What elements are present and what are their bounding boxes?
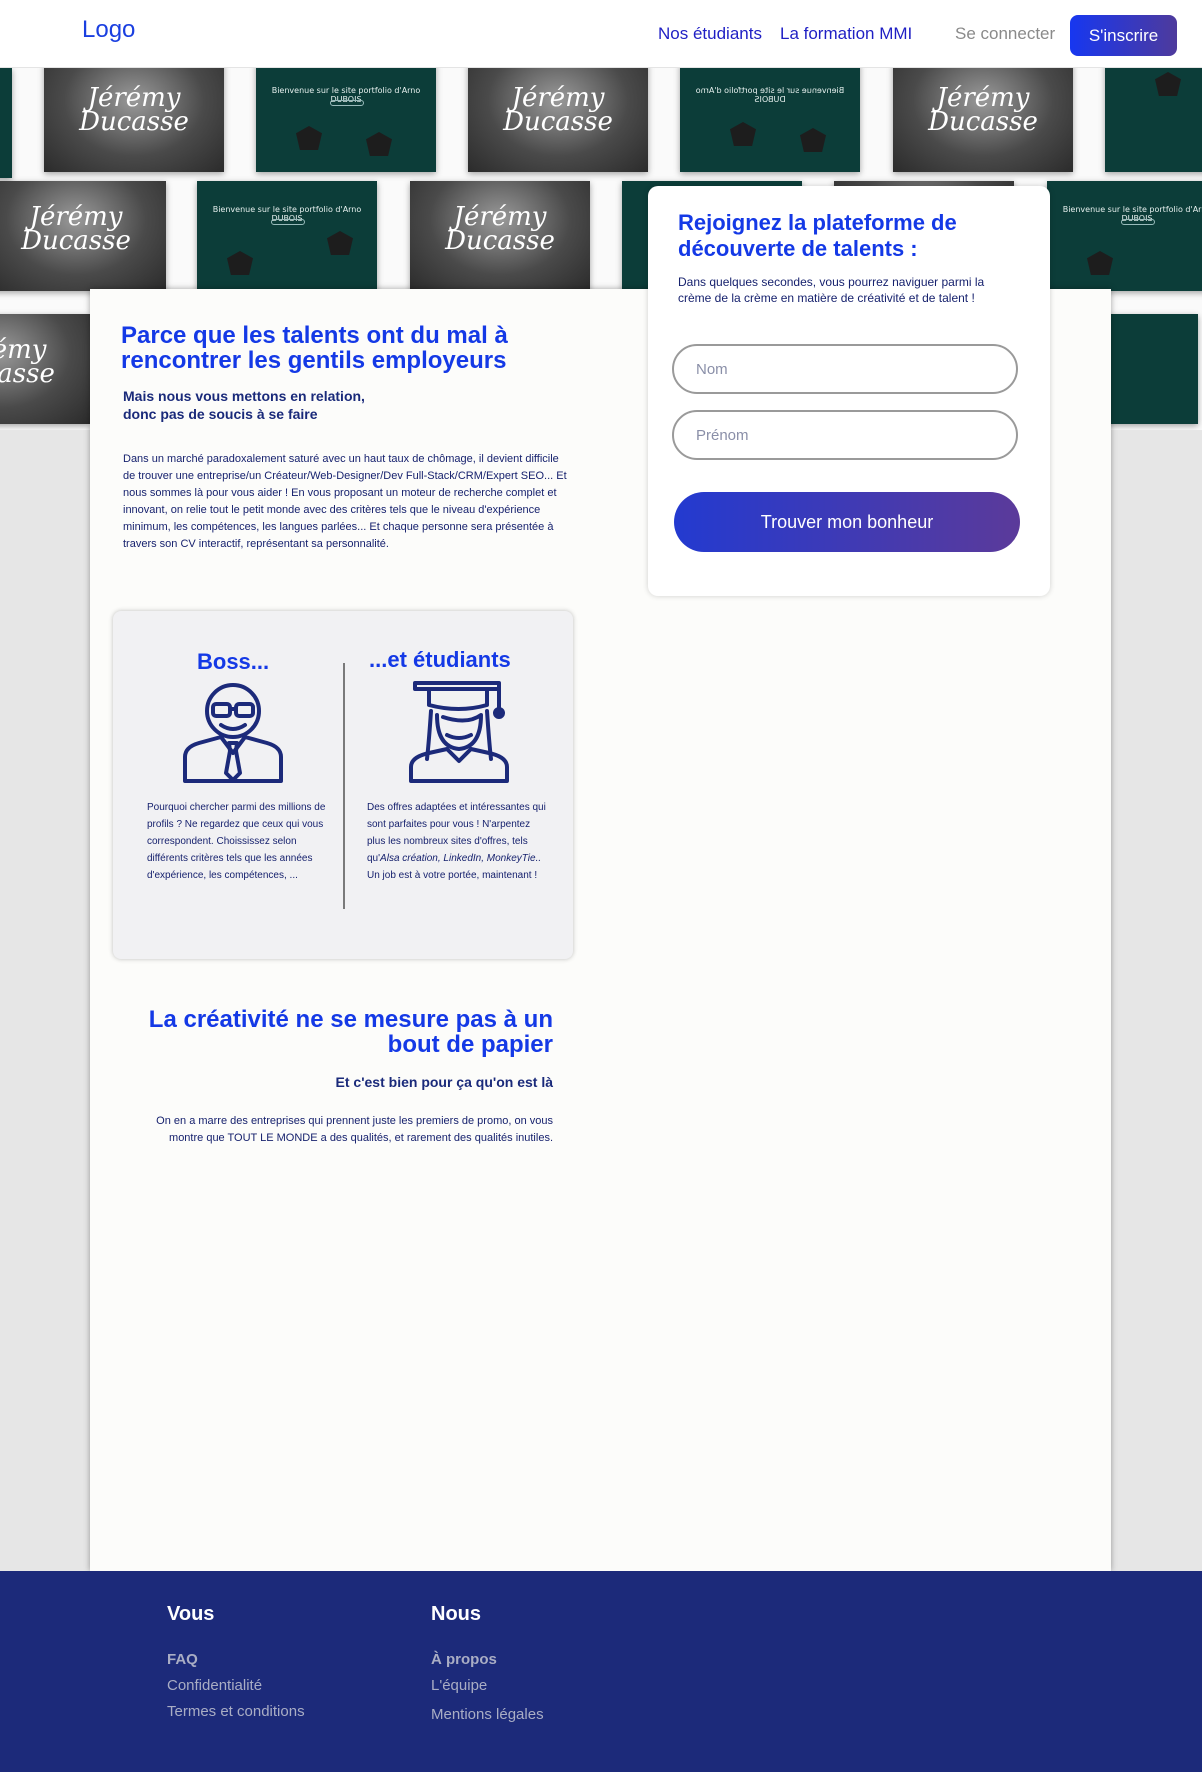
- creativity-paragraph: On en a marre des entreprises qui prenne…: [156, 1115, 553, 1144]
- column-divider: [343, 663, 345, 909]
- intro-heading: Parce que les talents ont du mal à renco…: [121, 322, 508, 374]
- intro-subheading: Mais nous vous mettons en relation, donc…: [123, 388, 365, 422]
- businessman-icon: [183, 683, 283, 783]
- portrait-thumbnail: Jérémy Ducasse: [0, 181, 166, 291]
- footer: Vous FAQ Confidentialité Termes et condi…: [0, 1571, 1202, 1772]
- signature-text: Jérémy Ducasse: [79, 83, 189, 137]
- portfolio-thumbnail: Bienvenue sur le site portfolio d'Arno D…: [256, 68, 436, 172]
- portrait-thumbnail: Jérémy Ducasse: [893, 68, 1073, 172]
- portfolio-thumbnail: [1105, 68, 1202, 172]
- graduate-student-icon: [409, 681, 509, 783]
- portrait-thumbnail: Jérémy Ducasse: [468, 68, 648, 172]
- footer-link-faq[interactable]: FAQ: [167, 1651, 198, 1668]
- portfolio-thumbnail: Bienvenue sur le site portfolio d'Arno D…: [1047, 181, 1202, 291]
- footer-heading-us: Nous: [431, 1603, 481, 1625]
- nav-link-mmi-training[interactable]: La formation MMI: [780, 24, 912, 44]
- creativity-subheading: Et c'est bien pour ça qu'on est là: [335, 1074, 553, 1090]
- footer-link-about[interactable]: À propos: [431, 1651, 497, 1668]
- students-heading: ...et étudiants: [369, 647, 511, 672]
- signup-heading: Rejoignez la plateforme de découverte de…: [678, 210, 957, 261]
- first-name-input[interactable]: [672, 410, 1018, 460]
- footer-heading-you: Vous: [167, 1603, 215, 1625]
- intro-paragraph: Dans un marché paradoxalement saturé ave…: [123, 453, 567, 550]
- portfolio-thumbnail: Bienvenue sur le site portfolio d'Arno D…: [680, 68, 860, 172]
- signature-text: Jérémy Ducasse: [21, 202, 131, 256]
- signature-text: Jérémy Ducasse: [0, 335, 55, 389]
- portrait-thumbnail: Jérémy Ducasse: [44, 68, 224, 172]
- portfolio-thumbnail: Bienvenue sur le site portfolio d'Arno D…: [197, 181, 377, 291]
- boss-heading: Boss...: [197, 649, 270, 674]
- footer-link-legal[interactable]: Mentions légales: [431, 1706, 544, 1723]
- last-name-input[interactable]: [672, 344, 1018, 394]
- signup-description: Dans quelques secondes, vous pourrez nav…: [678, 275, 985, 305]
- login-link[interactable]: Se connecter: [955, 24, 1055, 44]
- top-navbar: Logo Nos étudiants La formation MMI Se c…: [0, 0, 1202, 68]
- logo[interactable]: Logo: [82, 16, 135, 44]
- footer-link-privacy[interactable]: Confidentialité: [167, 1677, 262, 1694]
- portfolio-title-text: Bienvenue sur le site portfolio d'Arno D…: [695, 86, 845, 104]
- portrait-thumbnail: Jérémy Ducasse: [0, 314, 90, 424]
- signature-text: Jérémy Ducasse: [503, 83, 613, 137]
- nav-link-students[interactable]: Nos étudiants: [658, 24, 762, 44]
- signature-text: Jérémy Ducasse: [445, 202, 555, 256]
- creativity-heading: La créativité ne se mesure pas à un bout…: [148, 1006, 553, 1058]
- students-text: Des offres adaptées et intéressantes qui…: [367, 802, 546, 881]
- boss-students-panel: Boss... Pourquoi chercher parmi des mill…: [113, 611, 573, 959]
- boss-text: Pourquoi chercher parmi des millions de …: [147, 802, 326, 881]
- portfolio-thumbnail: [0, 68, 12, 178]
- portrait-thumbnail: Jérémy Ducasse: [410, 181, 590, 291]
- footer-link-terms[interactable]: Termes et conditions: [167, 1703, 305, 1720]
- signup-card: Rejoignez la plateforme de découverte de…: [648, 186, 1050, 596]
- footer-link-team[interactable]: L'équipe: [431, 1677, 487, 1694]
- signature-text: Jérémy Ducasse: [928, 83, 1038, 137]
- signup-button[interactable]: S'inscrire: [1070, 15, 1177, 56]
- find-happiness-button[interactable]: Trouver mon bonheur: [674, 492, 1020, 552]
